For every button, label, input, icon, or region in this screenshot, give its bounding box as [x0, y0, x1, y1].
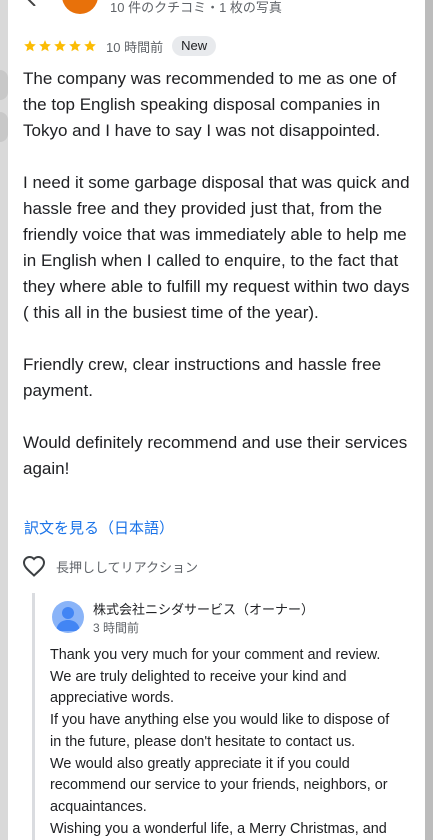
- reviewer-header: 10 件のクチコミ・1 枚の写真: [8, 0, 425, 16]
- star-icon: [24, 40, 36, 52]
- reviewer-meta: 10 件のクチコミ・1 枚の写真: [110, 0, 282, 15]
- review-time: 10 時間前: [106, 39, 164, 55]
- review-detail-sheet: 10 件のクチコミ・1 枚の写真 10 時間前 New The company …: [8, 0, 425, 840]
- owner-reply: 株式会社ニシダサービス（オーナー） 3 時間前 Thank you very m…: [32, 593, 418, 840]
- new-badge: New: [172, 36, 217, 56]
- owner-reply-line: appreciative words.: [50, 690, 174, 707]
- heart-icon[interactable]: [22, 555, 46, 577]
- owner-reply-line: We are truly delighted to receive your k…: [50, 668, 347, 685]
- star-icon: [84, 40, 96, 52]
- review-paragraph: Would definitely recommend and use their…: [23, 433, 408, 478]
- review-paragraph: The company was recommended to me as one…: [23, 69, 397, 140]
- rating-row: 10 時間前 New: [23, 36, 217, 56]
- owner-reply-line: in the future, please don't hesitate to …: [50, 733, 356, 750]
- review-paragraph: Friendly crew, clear instructions and ha…: [23, 355, 382, 400]
- owner-reply-line: recommend our service to your friends, n…: [50, 777, 388, 794]
- reviewer-avatar[interactable]: [62, 0, 98, 14]
- owner-reply-line: Wishing you a wonderful life, a Merry Ch…: [50, 820, 387, 837]
- reaction-label: 長押ししてリアクション: [56, 559, 198, 575]
- back-arrow-icon[interactable]: [26, 0, 38, 6]
- owner-reply-line: If you have anything else you would like…: [50, 712, 390, 729]
- more-options-icon[interactable]: [392, 0, 396, 4]
- review-body: The company was recommended to me as one…: [23, 66, 415, 482]
- owner-name: 株式会社ニシダサービス（オーナー）: [93, 602, 315, 617]
- star-icon: [69, 40, 81, 52]
- owner-reply-line: Thank you very much for your comment and…: [50, 647, 381, 663]
- see-translation-link[interactable]: 訳文を見る（日本語）: [24, 517, 174, 538]
- owner-reply-line: acquaintances.: [50, 798, 147, 815]
- background-page-edge-left: [0, 0, 8, 840]
- reaction-button[interactable]: 長押ししてリアクション: [22, 553, 198, 579]
- owner-avatar: [52, 601, 84, 633]
- owner-reply-line: We would also greatly appreciate it if y…: [50, 755, 350, 772]
- star-rating: [23, 39, 97, 53]
- background-fragment: [0, 70, 8, 100]
- owner-reply-text: Thank you very much for your comment and…: [50, 645, 420, 840]
- person-icon: [56, 607, 80, 631]
- star-icon: [54, 40, 66, 52]
- background-page-edge-right: [425, 0, 433, 840]
- review-paragraph: I need it some garbage disposal that was…: [23, 173, 410, 322]
- background-fragment: [0, 112, 8, 142]
- owner-reply-time: 3 時間前: [93, 621, 140, 635]
- star-icon: [39, 40, 51, 52]
